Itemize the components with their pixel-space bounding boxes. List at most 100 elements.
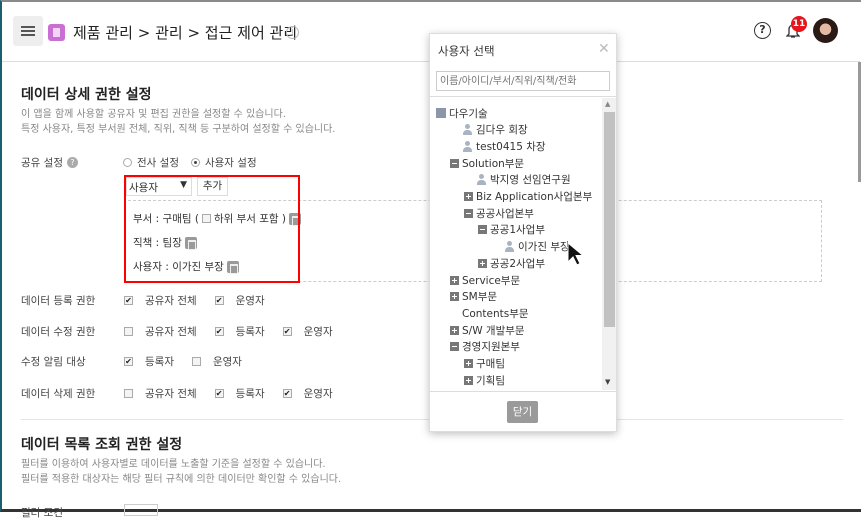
info-icon[interactable]: i (286, 26, 299, 39)
scroll-up-icon[interactable]: ▲ (605, 100, 610, 108)
checkbox[interactable]: ✔ (214, 389, 224, 398)
checkbox[interactable] (124, 327, 133, 336)
section-title: 데이터 상세 권한 설정 (21, 87, 152, 103)
section-title: 데이터 목록 조회 권한 설정 (21, 437, 183, 453)
tree-node[interactable]: 공공1사업부 (478, 223, 545, 237)
tree-node-label: Service부문 (462, 274, 521, 287)
checkbox[interactable]: ✔ (124, 296, 133, 305)
collapse-icon[interactable] (450, 342, 459, 352)
permission-option[interactable]: 공유자 전체 (124, 324, 197, 339)
avatar[interactable] (813, 18, 838, 43)
share-radio-group: 전사 설정 사용자 설정 (123, 155, 257, 170)
scroll-down-icon[interactable]: ▼ (605, 378, 610, 386)
permission-label: 데이터 수정 권한 (21, 326, 96, 338)
collapse-icon[interactable] (450, 158, 459, 168)
permission-options: ✔ 등록자 운영자 (124, 354, 242, 369)
permission-option[interactable]: 공유자 전체 (124, 386, 197, 401)
radio-label: 사용자 설정 (204, 157, 257, 169)
tree-node-label: SM부문 (462, 291, 498, 304)
expand-icon[interactable] (464, 359, 473, 368)
tree-node[interactable]: 공공사업본부 (464, 206, 534, 220)
radio[interactable] (123, 158, 132, 167)
help-icon[interactable]: ? (754, 22, 771, 39)
tree-node[interactable]: 기획팀 (464, 373, 505, 387)
divider (430, 391, 616, 392)
tree-node[interactable]: SM부문 (450, 290, 497, 304)
tree-node[interactable]: S/W 개발부문 (450, 323, 525, 337)
divider (430, 96, 616, 97)
option-label: 공유자 전체 (145, 326, 197, 338)
mouse-cursor-icon (567, 242, 583, 266)
radio-user[interactable]: 사용자 설정 (190, 155, 257, 170)
tree-node[interactable]: 공공2사업부 (478, 256, 545, 270)
tree-node[interactable]: 다우기술 (436, 106, 488, 120)
notification-badge: 11 (791, 16, 807, 32)
tree-node-label: Biz Application사업본부 (476, 191, 593, 203)
tree-node[interactable]: 경영지원본부 (450, 340, 520, 354)
tree-node-label: 구매팀 (476, 358, 505, 370)
option-label: 공유자 전체 (145, 388, 197, 400)
person-icon (462, 124, 473, 136)
radio[interactable] (190, 158, 200, 167)
checkbox[interactable] (191, 357, 201, 366)
checkbox[interactable]: ✔ (282, 327, 292, 336)
permission-option[interactable]: ✔ 등록자 (214, 324, 265, 339)
close-icon[interactable]: ✕ (598, 41, 610, 57)
expand-icon[interactable] (478, 258, 487, 268)
expand-icon[interactable] (450, 275, 459, 285)
tree-scrollbar[interactable]: ▲ ▼ (602, 98, 616, 390)
collapse-icon[interactable] (478, 225, 487, 235)
desc-line: 필터를 이용하여 사용자별로 데이터를 노출할 기준을 설정할 수 있습니다. (21, 459, 326, 470)
tree-node[interactable]: test0415 차장 (462, 139, 546, 153)
option-label: 운영자 (235, 295, 265, 307)
expand-icon[interactable] (464, 192, 473, 201)
person-icon (476, 174, 487, 186)
option-label: 운영자 (303, 388, 333, 400)
checkbox[interactable]: ✔ (124, 357, 133, 366)
filter-label: 필터 조건 (21, 507, 63, 519)
desc-line: 이 앱을 함께 사용할 공유자 및 편집 권한을 설정할 수 있습니다. (21, 109, 286, 120)
checkbox[interactable] (124, 389, 133, 398)
permission-option[interactable]: ✔ 공유자 전체 (124, 293, 197, 308)
menu-button[interactable] (13, 16, 43, 46)
tree-node[interactable]: 구매팀 (464, 357, 505, 371)
scrollbar-thumb[interactable] (604, 112, 615, 327)
permission-option[interactable]: 운영자 (191, 354, 242, 369)
radio-all[interactable]: 전사 설정 (123, 155, 179, 170)
tree-node-label: 이가진 부장 (518, 241, 570, 254)
option-label: 운영자 (212, 356, 242, 368)
checkbox[interactable]: ✔ (214, 327, 224, 336)
tree-node-label: 공공1사업부 (490, 224, 545, 237)
permission-option[interactable]: ✔ 등록자 (214, 386, 265, 401)
permission-option[interactable]: ✔ 등록자 (124, 354, 174, 369)
collapse-icon[interactable] (464, 208, 473, 218)
close-button[interactable]: 닫기 (507, 401, 538, 423)
tree-node[interactable]: 박지영 선임연구원 (476, 173, 571, 187)
permission-label: 데이터 삭제 권한 (21, 388, 96, 400)
tree-node[interactable]: 김다우 회장 (462, 123, 528, 137)
tree-node[interactable]: Solution부문 (450, 156, 524, 170)
building-icon (436, 108, 446, 118)
highlight-box (124, 175, 300, 283)
filter-select[interactable] (124, 504, 158, 516)
option-label: 등록자 (235, 388, 265, 400)
tree-node[interactable]: Service부문 (450, 273, 520, 287)
tree-node[interactable]: Biz Application사업본부 (464, 190, 592, 204)
permission-option[interactable]: ✔ 운영자 (282, 386, 333, 401)
permission-option[interactable]: ✔ 운영자 (214, 293, 265, 308)
tree-node[interactable]: Contents부문 (462, 306, 529, 320)
expand-icon[interactable] (464, 375, 473, 385)
tree-node-label: 공공사업본부 (476, 207, 534, 220)
help-icon[interactable]: ? (66, 157, 78, 168)
tree-node[interactable]: 이가진 부장 (504, 240, 570, 254)
tree-node-label: 박지영 선임연구원 (490, 174, 571, 187)
checkbox[interactable]: ✔ (282, 389, 292, 398)
permission-option[interactable]: ✔ 운영자 (282, 324, 333, 339)
checkbox[interactable]: ✔ (214, 296, 224, 305)
permission-options: 공유자 전체 ✔ 등록자 ✔ 운영자 (124, 386, 333, 401)
expand-icon[interactable] (450, 292, 459, 302)
tree-node-label: 경영지원본부 (462, 341, 520, 354)
expand-icon[interactable] (450, 325, 459, 335)
section-desc: 필터를 이용하여 사용자별로 데이터를 노출할 기준을 설정할 수 있습니다. 필… (21, 457, 341, 487)
search-input[interactable] (436, 71, 610, 91)
